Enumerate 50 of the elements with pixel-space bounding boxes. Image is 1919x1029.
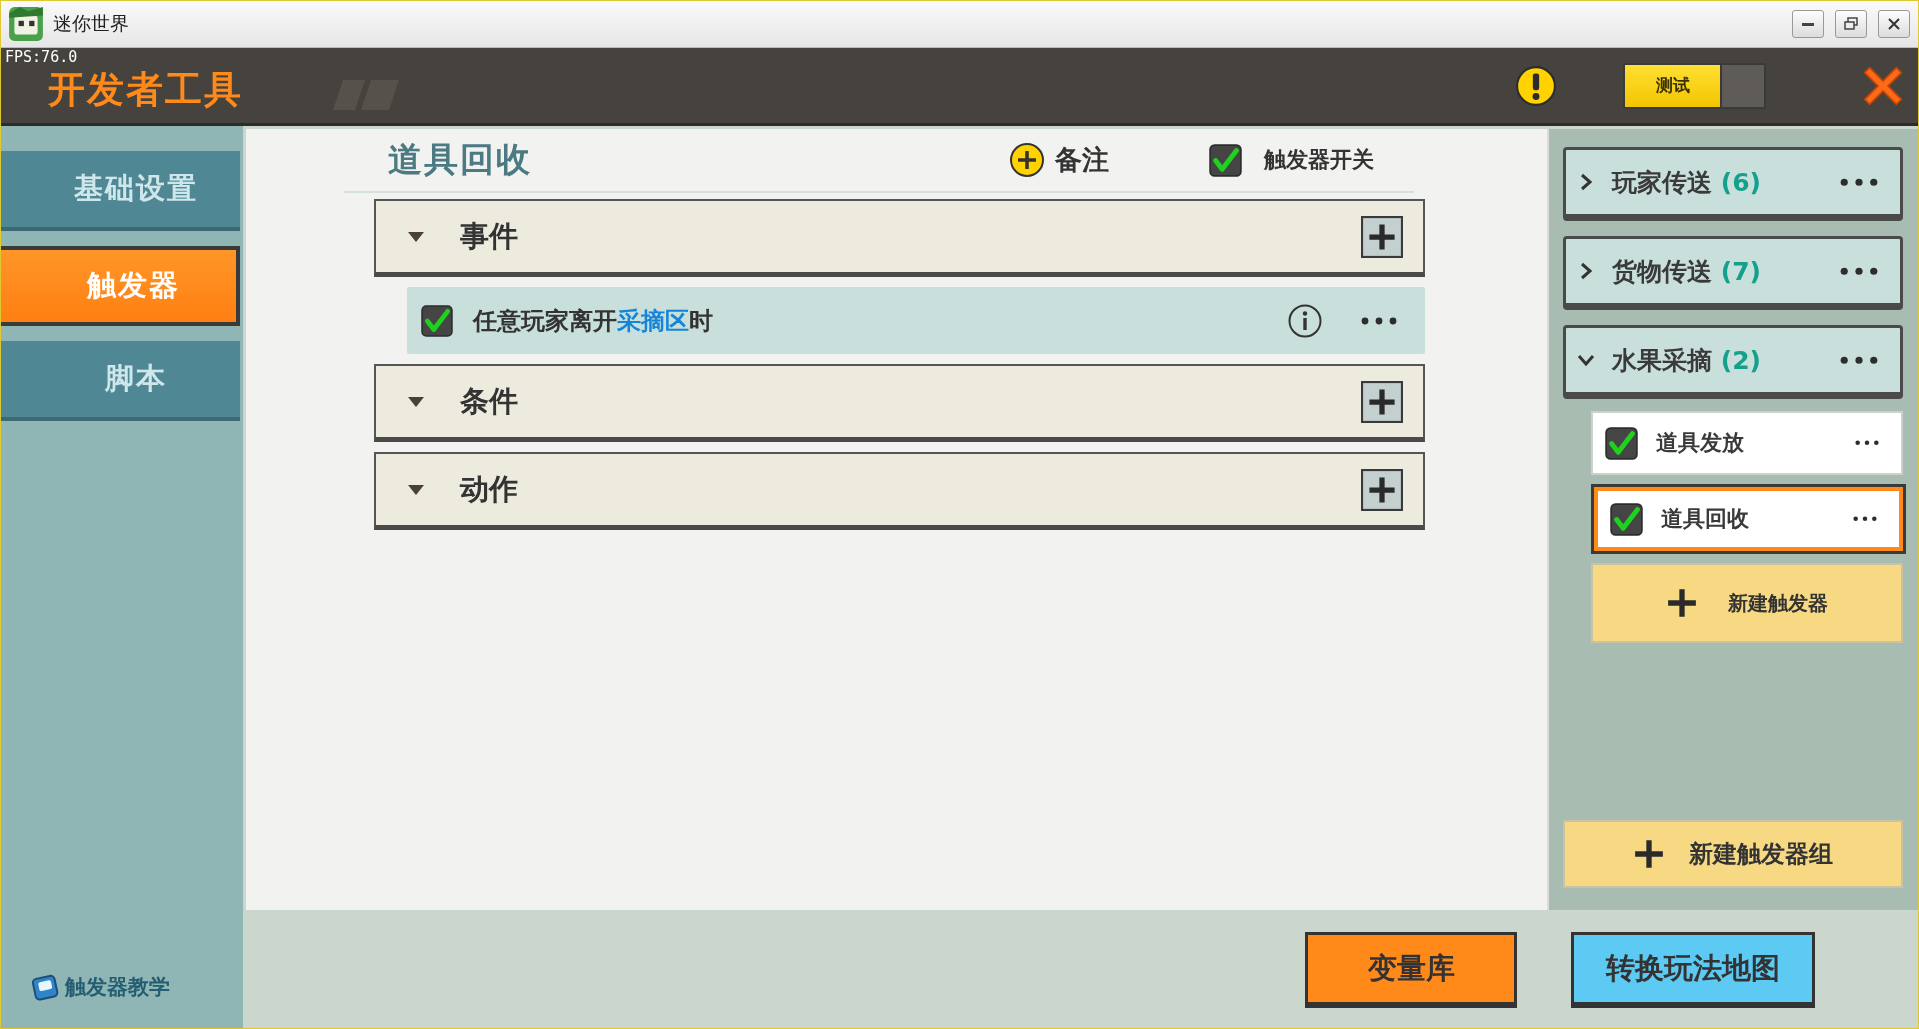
- add-icon[interactable]: [1361, 380, 1403, 423]
- checkbox[interactable]: [1605, 426, 1638, 460]
- restore-button[interactable]: [1835, 10, 1867, 38]
- more-icon[interactable]: [1361, 316, 1397, 325]
- app-icon: [7, 5, 45, 43]
- checkbox[interactable]: [421, 304, 453, 337]
- trigger-title: 道具回收: [388, 138, 532, 181]
- minimize-icon: [1802, 22, 1814, 26]
- tool-title: 开发者工具: [48, 66, 243, 113]
- bottom-button[interactable]: 转换玩法地图: [1571, 932, 1815, 1008]
- note-button[interactable]: 备注: [1009, 142, 1109, 178]
- collapse-icon[interactable]: [406, 482, 426, 497]
- add-icon: [1666, 587, 1698, 619]
- new-group-button[interactable]: 新建触发器组: [1563, 820, 1903, 888]
- toggle-track[interactable]: [1722, 62, 1766, 109]
- checkbox[interactable]: [1610, 502, 1643, 536]
- more-icon[interactable]: [1840, 266, 1878, 276]
- close-icon: [1886, 16, 1902, 32]
- event-row[interactable]: 任意玩家离开采摘区时: [407, 287, 1425, 354]
- more-icon[interactable]: [1853, 516, 1877, 522]
- add-icon: [1009, 142, 1045, 178]
- more-icon[interactable]: [1855, 440, 1879, 446]
- trigger-item[interactable]: 道具回收: [1594, 487, 1903, 551]
- add-icon: [1633, 838, 1665, 870]
- close-button[interactable]: [1878, 10, 1910, 38]
- trigger-item[interactable]: 道具发放: [1591, 411, 1903, 475]
- checkbox[interactable]: [1209, 143, 1242, 177]
- trigger-group[interactable]: 水果采摘 (2): [1563, 325, 1903, 399]
- info-icon[interactable]: [1287, 302, 1323, 339]
- minimize-button[interactable]: [1792, 10, 1824, 38]
- add-icon[interactable]: [1361, 468, 1403, 511]
- more-icon[interactable]: [1840, 177, 1878, 187]
- new-trigger-button[interactable]: 新建触发器: [1591, 563, 1903, 643]
- trigger-group[interactable]: 货物传送 (7): [1563, 236, 1903, 310]
- fps-counter: FPS:76.0: [5, 48, 78, 66]
- window-title: 迷你世界: [53, 11, 129, 36]
- warning-icon[interactable]: [1515, 64, 1557, 107]
- section-header[interactable]: 条件: [374, 364, 1425, 442]
- trigger-group[interactable]: 玩家传送 (6): [1563, 147, 1903, 221]
- section-header[interactable]: 事件: [374, 199, 1425, 277]
- restore-icon: [1843, 16, 1859, 32]
- section-header[interactable]: 动作: [374, 452, 1425, 530]
- collapse-icon[interactable]: [406, 394, 426, 409]
- bottom-button[interactable]: 变量库: [1305, 932, 1517, 1008]
- add-icon[interactable]: [1361, 215, 1403, 258]
- switch-label: 触发器开关: [1264, 146, 1374, 174]
- more-icon[interactable]: [1840, 355, 1878, 365]
- event-text: 任意玩家离开采摘区时: [473, 305, 714, 337]
- test-button[interactable]: 测试: [1623, 62, 1722, 109]
- collapse-icon[interactable]: [406, 229, 426, 244]
